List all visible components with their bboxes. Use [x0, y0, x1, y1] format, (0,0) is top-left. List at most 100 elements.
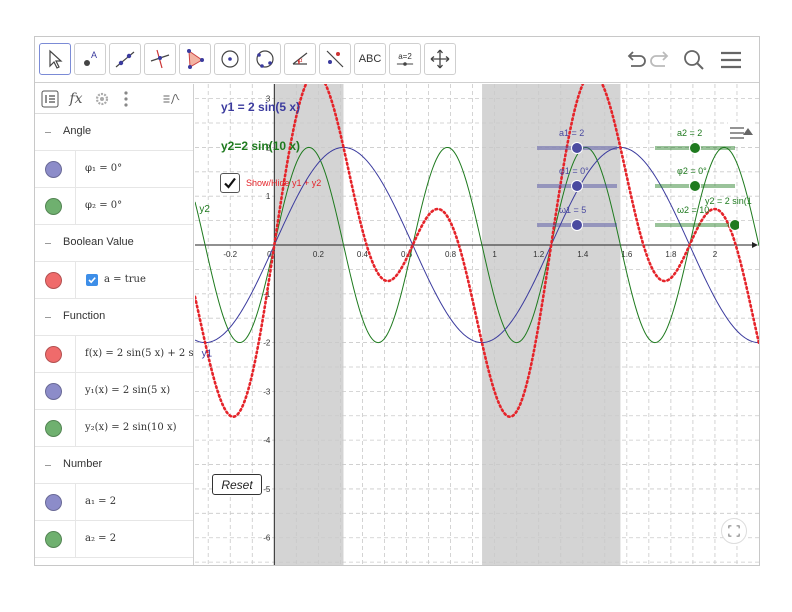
visibility-toggle-icon[interactable] [45, 198, 62, 215]
y-tick-label: 1 [266, 192, 271, 201]
slider-a1-label: a1 = 2 [559, 128, 585, 138]
polygon-tool-button[interactable] [179, 43, 211, 75]
y-tick-label: -2 [263, 339, 271, 348]
slider-omega1-handle[interactable] [571, 219, 583, 231]
curve-label-y2: y2 [199, 204, 210, 215]
algebra-settings-icon[interactable] [93, 90, 111, 108]
perpendicular-icon [150, 49, 170, 69]
slider-icon: a=2 [396, 52, 414, 67]
show-hide-label: Show/Hide y1 + y2 [246, 178, 322, 188]
slider-a2-handle[interactable] [689, 142, 701, 154]
checkmark-icon [88, 277, 96, 284]
equation-label-y2[interactable]: y2=2 sin(10 x) [221, 139, 300, 153]
list-item-a1[interactable]: a₁ = 2 [35, 484, 193, 521]
reflect-tool-button[interactable] [319, 43, 351, 75]
slider-tool-button[interactable]: a=2 [389, 43, 421, 75]
slider-a1[interactable] [535, 141, 621, 155]
x-tick-label: 1.2 [533, 250, 545, 259]
x-tick-label: 0.8 [445, 250, 457, 259]
visibility-toggle-icon[interactable] [45, 531, 62, 548]
slider-omega2-label: ω2 = 10 [677, 205, 710, 215]
point-icon: A [84, 50, 97, 66]
slider-phi2-handle[interactable] [689, 180, 701, 192]
slider-omega2[interactable] [653, 218, 739, 232]
graphics-view[interactable]: -0.2 0 0.2 0.4 0.6 0.8 1 1.2 1.4 1.6 1.8 2 3 2 1 -1 -2 -3… [195, 84, 759, 566]
group-collapse-icon [45, 317, 51, 318]
polygon-icon [187, 49, 204, 69]
circle-with-center-tool-button[interactable] [214, 43, 246, 75]
group-boolean-value[interactable]: Boolean Value [35, 225, 193, 262]
line-tool-button[interactable] [109, 43, 141, 75]
toolbar: A α ABC a=2 [35, 37, 759, 83]
search-button[interactable] [680, 47, 708, 73]
circle-three-points-icon [256, 50, 274, 68]
slider-omega1[interactable] [535, 218, 621, 232]
list-item-phi2[interactable]: φ₂ = 0° [35, 188, 193, 225]
slider-omega1-label: ω1 = 5 [559, 205, 587, 215]
x-tick-label: 0.2 [313, 250, 325, 259]
item-definition: φ₁ = 0° [85, 163, 123, 174]
group-collapse-icon [45, 132, 51, 133]
plot-canvas[interactable]: -0.2 0 0.2 0.4 0.6 0.8 1 1.2 1.4 1.6 1.8 2321-1-2-3… [195, 84, 759, 566]
slider-omega2-handle[interactable] [729, 219, 740, 231]
equation-label-y1[interactable]: y1 = 2 sin(5 x) [221, 100, 300, 114]
slider-a2[interactable] [653, 141, 739, 155]
group-number[interactable]: Number [35, 447, 193, 484]
circle-three-points-tool-button[interactable] [249, 43, 281, 75]
slider-phi1[interactable] [535, 179, 621, 193]
move-graphics-view-tool-button[interactable] [424, 43, 456, 75]
visibility-toggle-icon[interactable] [45, 383, 62, 400]
algebra-sort-icon[interactable] [41, 90, 59, 108]
list-item-y1[interactable]: y₁(x) = 2 sin(5 x) [35, 373, 193, 410]
group-function[interactable]: Function [35, 299, 193, 336]
input-bar-icon[interactable]: fx [65, 90, 87, 108]
visibility-toggle-icon[interactable] [45, 346, 62, 363]
list-item-phi1[interactable]: φ₁ = 0° [35, 151, 193, 188]
angle-tool-button[interactable]: α [284, 43, 316, 75]
y-tick-label: -5 [263, 485, 271, 494]
slider-phi2-label: φ2 = 0° [677, 166, 707, 176]
show-hide-checkbox[interactable] [220, 173, 240, 193]
x-tick-label: 1 [492, 250, 497, 259]
redo-button[interactable] [647, 47, 675, 73]
x-tick-label: -0.2 [223, 250, 237, 259]
undo-button[interactable] [621, 47, 649, 73]
list-item-a2[interactable]: a₂ = 2 [35, 521, 193, 558]
text-tool-button[interactable]: ABC [354, 43, 386, 75]
y-tick-label: -4 [263, 436, 271, 445]
list-item-f[interactable]: f(x) = 2 sin(5 x) + 2 sin [35, 336, 193, 373]
slider-phi1-handle[interactable] [571, 180, 583, 192]
y-tick-label: -3 [263, 387, 271, 396]
list-item-boolean-a[interactable]: a = true [35, 262, 193, 299]
angle-icon: α [292, 52, 308, 65]
visibility-toggle-icon[interactable] [45, 494, 62, 511]
x-tick-label: 2 [713, 250, 718, 259]
item-definition: a₁ = 2 [85, 496, 117, 507]
boolean-checkbox[interactable] [86, 274, 98, 286]
point-tool-button[interactable]: A [74, 43, 106, 75]
menu-icon [721, 51, 741, 69]
svg-text:α: α [299, 58, 303, 64]
group-angle[interactable]: Angle [35, 114, 193, 151]
main-menu-button[interactable] [717, 47, 745, 73]
list-item-y2[interactable]: y₂(x) = 2 sin(10 x) [35, 410, 193, 447]
undo-icon [627, 51, 646, 67]
reset-button[interactable]: Reset [212, 474, 262, 495]
fullscreen-button[interactable] [721, 518, 747, 544]
visibility-toggle-icon[interactable] [45, 161, 62, 178]
algebra-header: fx [35, 84, 193, 114]
geogebra-app: A α ABC a=2 fx Angle φ₁ = 0° φ₂ = 0° Boo… [34, 36, 760, 566]
slider-phi2[interactable] [653, 179, 739, 193]
visibility-toggle-icon[interactable] [45, 272, 62, 289]
group-label: Function [63, 310, 106, 322]
redo-icon [650, 51, 669, 67]
move-tool-button[interactable] [39, 43, 71, 75]
perpendicular-line-tool-button[interactable] [144, 43, 176, 75]
visibility-toggle-icon[interactable] [45, 420, 62, 437]
x-tick-label: 1.8 [665, 250, 677, 259]
curve-label-y1: y1 [202, 348, 213, 359]
algebra-more-icon[interactable] [121, 90, 131, 108]
algebra-description-icon[interactable] [159, 90, 183, 108]
x-axis-arrow-icon [752, 242, 758, 248]
slider-a1-handle[interactable] [571, 142, 583, 154]
